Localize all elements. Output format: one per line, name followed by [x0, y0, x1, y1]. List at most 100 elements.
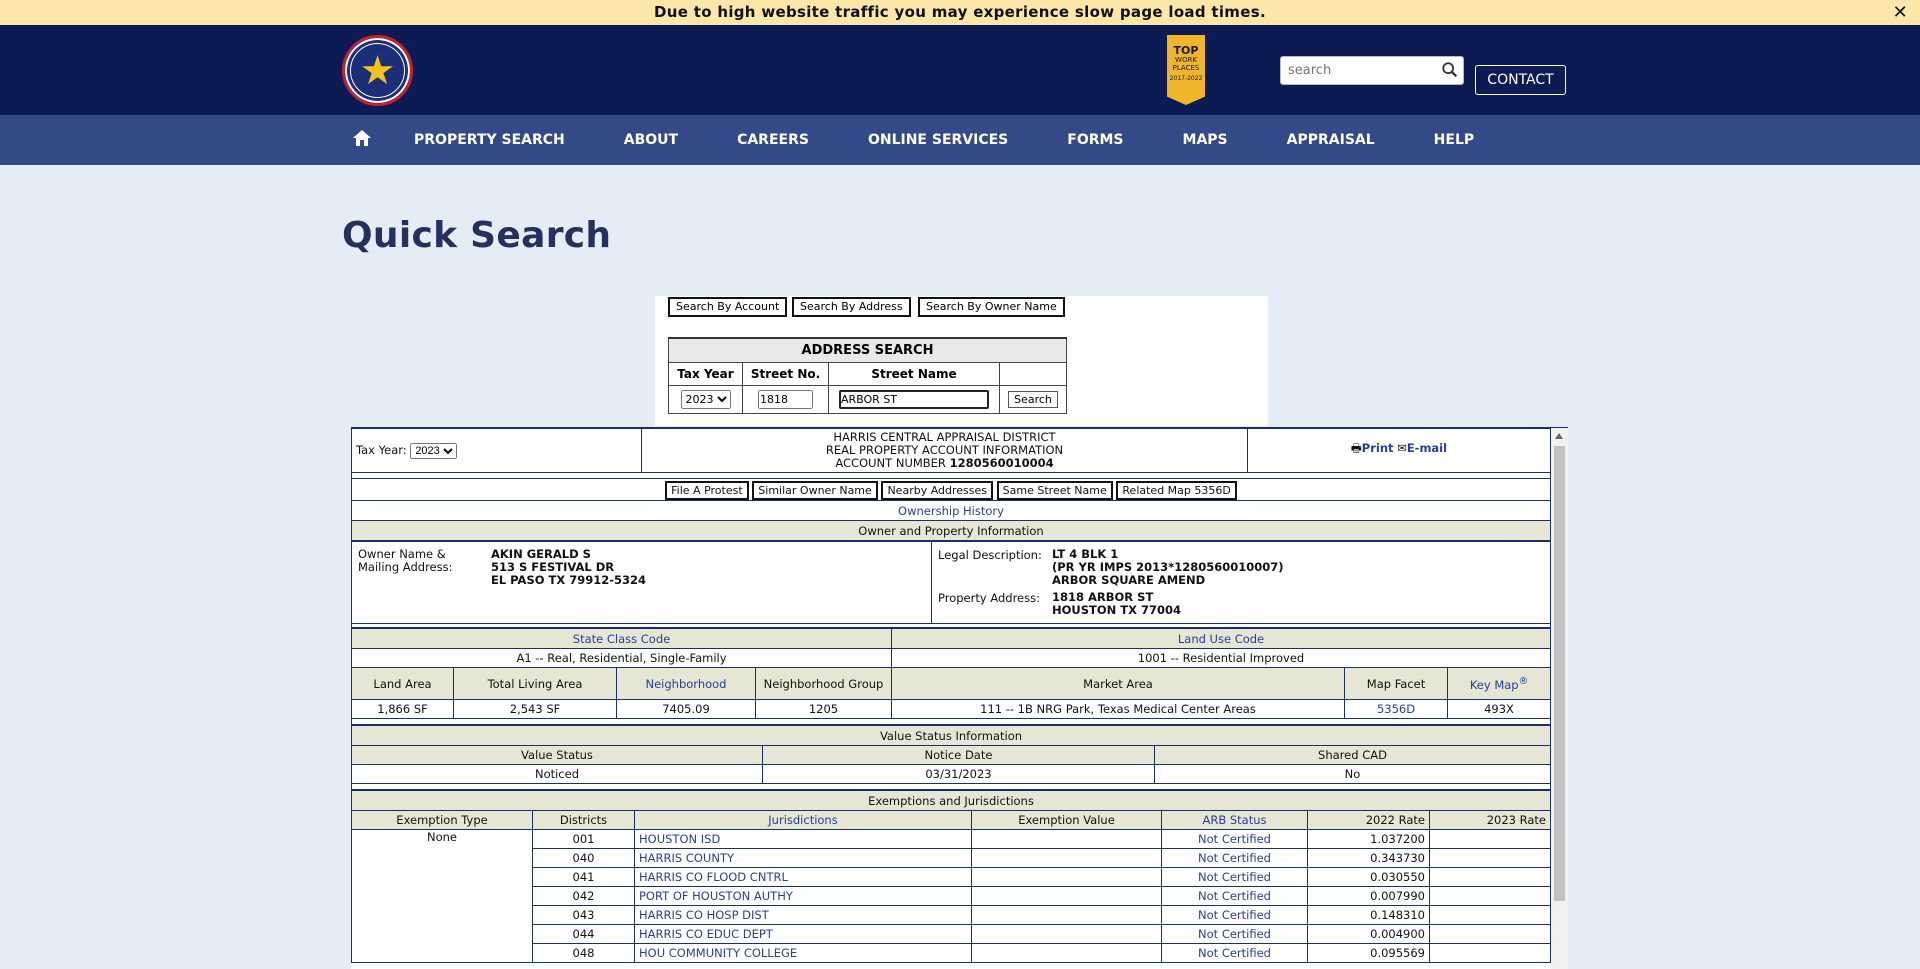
- email-link[interactable]: E-mail: [1407, 441, 1447, 455]
- street-no-cell: [742, 384, 829, 414]
- rate-2022: 1.037200: [1307, 829, 1430, 849]
- rate-2022: 0.030550: [1307, 867, 1430, 887]
- nav-item-careers[interactable]: CAREERS: [737, 115, 809, 165]
- print-icon[interactable]: 🖶: [1351, 441, 1362, 455]
- value-status-value: Noticed: [351, 764, 763, 784]
- nav-item-about[interactable]: ABOUT: [624, 115, 678, 165]
- district-code: 043: [532, 905, 635, 925]
- search-by-owner-button[interactable]: Search By Owner Name: [918, 297, 1065, 317]
- district-code: 040: [532, 848, 635, 868]
- owner-property-table: Owner Name & Mailing Address: AKIN GERAL…: [351, 541, 1551, 628]
- hcad-seal-logo[interactable]: ★: [342, 35, 413, 106]
- file-protest-button[interactable]: File A Protest: [665, 481, 749, 500]
- street-no-input[interactable]: [758, 389, 813, 409]
- exemption-value: [971, 924, 1162, 944]
- state-class-value: A1 -- Real, Residential, Single-Family: [351, 648, 892, 668]
- address-search-button[interactable]: Search: [1008, 390, 1058, 408]
- jurisdiction-link[interactable]: PORT OF HOUSTON AUTHY: [634, 886, 972, 906]
- land-use-header[interactable]: Land Use Code: [891, 628, 1551, 649]
- record-tax-year-select[interactable]: 2023: [410, 442, 458, 459]
- state-class-header[interactable]: State Class Code: [351, 628, 892, 649]
- email-icon[interactable]: ✉: [1397, 441, 1407, 455]
- key-map-value: 493X: [1447, 699, 1551, 719]
- record-header-table: Tax Year: 2023 HARRIS CENTRAL APPRAISAL …: [351, 428, 1551, 541]
- nav-item-appraisal[interactable]: APPRAISAL: [1287, 115, 1375, 165]
- legal-label: Legal Description:: [938, 548, 1042, 562]
- street-name-cell: [828, 384, 1000, 414]
- quick-search-panel: Search By Account Search By Address Sear…: [655, 296, 1268, 426]
- frame-scrollbar[interactable]: [1551, 428, 1568, 969]
- land-area-header: Land Area: [351, 667, 454, 700]
- district-code: 001: [532, 829, 635, 849]
- arb-status-link[interactable]: Not Certified: [1161, 905, 1308, 925]
- arb-status-link[interactable]: Not Certified: [1161, 848, 1308, 868]
- separator: [351, 783, 1551, 790]
- value-status-title: Value Status Information: [351, 725, 1551, 746]
- arb-status-link[interactable]: Not Certified: [1161, 829, 1308, 849]
- tax-year-select[interactable]: 2023: [680, 389, 731, 409]
- exemption-type-value: None: [351, 829, 533, 963]
- neighborhood-group-header: Neighborhood Group: [755, 667, 892, 700]
- home-icon[interactable]: [352, 128, 372, 148]
- account-record: Tax Year: 2023 HARRIS CENTRAL APPRAISAL …: [351, 428, 1551, 963]
- account-number-line: ACCOUNT NUMBER 1280560010004: [642, 457, 1247, 470]
- exemption-value: [971, 905, 1162, 925]
- award-years: 2017-2022: [1169, 75, 1203, 82]
- arb-status-link[interactable]: Not Certified: [1161, 924, 1308, 944]
- similar-owner-button[interactable]: Similar Owner Name: [752, 481, 878, 500]
- traffic-banner: Due to high website traffic you may expe…: [0, 0, 1920, 25]
- jurisdiction-link[interactable]: HARRIS CO HOSP DIST: [634, 905, 972, 925]
- owner-cell: Owner Name & Mailing Address: AKIN GERAL…: [351, 541, 932, 624]
- living-area-header: Total Living Area: [453, 667, 617, 700]
- award-line1: TOP: [1173, 44, 1199, 57]
- search-by-address-button[interactable]: Search By Address: [792, 297, 911, 317]
- rate-2023: [1429, 848, 1551, 868]
- arb-status-link[interactable]: Not Certified: [1161, 886, 1308, 906]
- property-address-line-2: HOUSTON TX 77004: [1052, 603, 1181, 617]
- separator: [351, 718, 1551, 725]
- neighborhood-header[interactable]: Neighborhood: [616, 667, 756, 700]
- nav-item-online-services[interactable]: ONLINE SERVICES: [868, 115, 1008, 165]
- value-status-table: Value Status Information Value Status No…: [351, 725, 1551, 790]
- nav-item-maps[interactable]: MAPS: [1183, 115, 1228, 165]
- top-workplaces-badge: TOP WORK PLACES 2017-2022: [1167, 35, 1205, 105]
- street-name-input[interactable]: [839, 389, 989, 409]
- account-number-label: ACCOUNT NUMBER: [835, 456, 946, 470]
- jurisdiction-link[interactable]: HOUSTON ISD: [634, 829, 972, 849]
- jurisdiction-link[interactable]: HARRIS CO EDUC DEPT: [634, 924, 972, 944]
- jurisdiction-link[interactable]: HOU COMMUNITY COLLEGE: [634, 943, 972, 963]
- site-search: [1280, 56, 1464, 85]
- nearby-addresses-button[interactable]: Nearby Addresses: [881, 481, 994, 500]
- nav-item-forms[interactable]: FORMS: [1067, 115, 1123, 165]
- print-link[interactable]: Print: [1362, 441, 1394, 455]
- same-street-button[interactable]: Same Street Name: [996, 481, 1113, 500]
- scroll-up-icon[interactable]: [1555, 433, 1563, 439]
- land-area-value: 1,866 SF: [351, 699, 454, 719]
- jurisdictions-header[interactable]: Jurisdictions: [634, 810, 972, 830]
- district-code: 042: [532, 886, 635, 906]
- arb-status-header[interactable]: ARB Status: [1161, 810, 1308, 830]
- nav-item-help[interactable]: HELP: [1434, 115, 1474, 165]
- legal-line-3: ARBOR SQUARE AMEND: [1052, 573, 1206, 587]
- jurisdiction-link[interactable]: HARRIS COUNTY: [634, 848, 972, 868]
- search-icon[interactable]: [1441, 61, 1459, 79]
- nav-item-property-search[interactable]: PROPERTY SEARCH: [414, 115, 565, 165]
- legal-cell: Legal Description: LT 4 BLK 1 (PR YR IMP…: [931, 541, 1551, 624]
- search-by-account-button[interactable]: Search By Account: [668, 297, 788, 317]
- arb-status-link[interactable]: Not Certified: [1161, 867, 1308, 887]
- contact-button[interactable]: CONTACT: [1475, 65, 1566, 95]
- map-facet-link[interactable]: 5356D: [1344, 699, 1448, 719]
- site-search-input[interactable]: [1281, 57, 1431, 84]
- exemption-value: [971, 867, 1162, 887]
- close-icon[interactable]: ✕: [1893, 0, 1908, 25]
- ownership-history-link[interactable]: Ownership History: [351, 500, 1551, 521]
- exemption-value: [971, 829, 1162, 849]
- tax-year-cell: Tax Year: 2023: [351, 428, 642, 473]
- scroll-thumb[interactable]: [1554, 446, 1565, 901]
- arb-status-link[interactable]: Not Certified: [1161, 943, 1308, 963]
- key-map-header[interactable]: Key Map®: [1447, 667, 1551, 700]
- rate-2022: 0.007990: [1307, 886, 1430, 906]
- jurisdiction-link[interactable]: HARRIS CO FLOOD CNTRL: [634, 867, 972, 887]
- related-map-button[interactable]: Related Map 5356D: [1116, 481, 1237, 500]
- rate-2022: 0.095569: [1307, 943, 1430, 963]
